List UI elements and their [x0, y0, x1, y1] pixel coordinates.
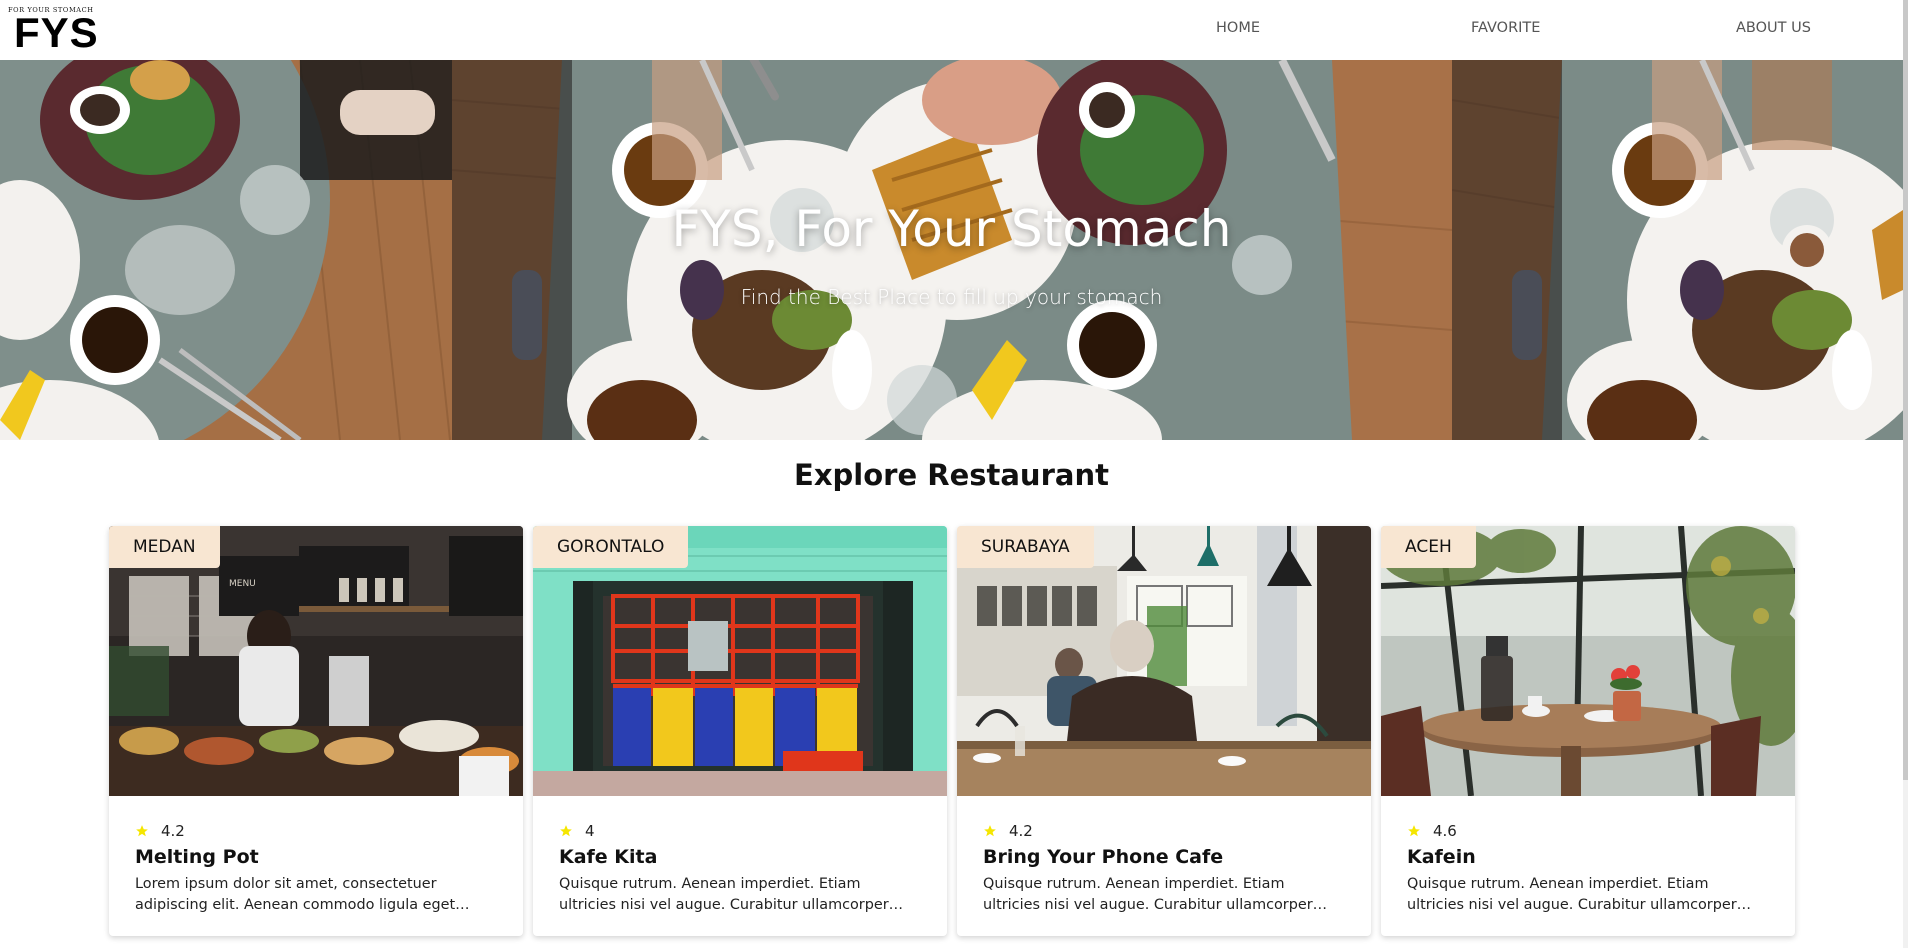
restaurant-name[interactable]: Kafein — [1407, 846, 1769, 868]
hero-banner: FYS, For Your Stomach Find the Best Plac… — [0, 60, 1903, 440]
rating-value: 4.2 — [161, 822, 185, 840]
star-icon — [984, 825, 996, 837]
restaurant-image: GORONTALO — [533, 526, 947, 796]
star-icon — [1408, 825, 1420, 837]
city-badge: MEDAN — [109, 526, 220, 568]
city-badge: ACEH — [1381, 526, 1476, 568]
nav-home[interactable]: HOME — [1216, 20, 1260, 36]
rating-row: 4.2 — [135, 822, 497, 840]
page-scrollbar[interactable] — [1903, 0, 1908, 948]
restaurant-card[interactable]: MENU MEDAN 4.2 Melting Pot Lorem ipsum d… — [109, 526, 523, 936]
restaurant-card[interactable]: GORONTALO 4 Kafe Kita Quisque rutrum. Ae… — [533, 526, 947, 936]
city-badge: GORONTALO — [533, 526, 689, 568]
restaurant-image: SURABAYA — [957, 526, 1371, 796]
restaurant-description: Quisque rutrum. Aenean imperdiet. Etiam … — [559, 876, 889, 913]
restaurant-card[interactable]: ACEH 4.6 Kafein Quisque rutrum. Aenean i… — [1381, 526, 1795, 936]
restaurant-name[interactable]: Bring Your Phone Cafe — [983, 846, 1345, 868]
city-badge: SURABAYA — [957, 526, 1094, 568]
card-body: 4.6 Kafein Quisque rutrum. Aenean imperd… — [1407, 822, 1769, 916]
restaurant-description: Lorem ipsum dolor sit amet, consectetuer… — [135, 876, 456, 913]
explore-title: Explore Restaurant — [794, 458, 1109, 492]
card-body: 4.2 Melting Pot Lorem ipsum dolor sit am… — [135, 822, 497, 916]
site-logo[interactable]: FOR YOUR STOMACH FYS — [8, 6, 99, 56]
logo-text: FYS — [14, 9, 99, 56]
restaurant-list: MENU MEDAN 4.2 Melting Pot Lorem ipsum d… — [109, 526, 1795, 936]
scrollbar-thumb[interactable] — [1903, 0, 1908, 780]
star-icon — [136, 825, 148, 837]
card-body: 4.2 Bring Your Phone Cafe Quisque rutrum… — [983, 822, 1345, 916]
restaurant-name[interactable]: Kafe Kita — [559, 846, 921, 868]
card-body: 4 Kafe Kita Quisque rutrum. Aenean imper… — [559, 822, 921, 916]
star-icon — [560, 825, 572, 837]
site-header: FOR YOUR STOMACH FYS HOME FAVORITE ABOUT… — [0, 0, 1908, 60]
restaurant-image: MENU MEDAN — [109, 526, 523, 796]
hero-title: FYS, For Your Stomach — [671, 200, 1232, 258]
rating-value: 4.2 — [1009, 822, 1033, 840]
rating-value: 4 — [585, 822, 595, 840]
rating-row: 4.2 — [983, 822, 1345, 840]
nav-about-us[interactable]: ABOUT US — [1736, 20, 1811, 36]
restaurant-image: ACEH — [1381, 526, 1795, 796]
restaurant-card[interactable]: SURABAYA 4.2 Bring Your Phone Cafe Quisq… — [957, 526, 1371, 936]
restaurant-description: Quisque rutrum. Aenean imperdiet. Etiam … — [983, 876, 1313, 913]
rating-row: 4 — [559, 822, 921, 840]
restaurant-name[interactable]: Melting Pot — [135, 846, 497, 868]
restaurant-description: Quisque rutrum. Aenean imperdiet. Etiam … — [1407, 876, 1737, 913]
hero-subtitle: Find the Best Place to fill up your stom… — [740, 285, 1163, 309]
rating-value: 4.6 — [1433, 822, 1457, 840]
nav-favorite[interactable]: FAVORITE — [1471, 20, 1540, 36]
rating-row: 4.6 — [1407, 822, 1769, 840]
svg-text:MENU: MENU — [229, 579, 256, 589]
